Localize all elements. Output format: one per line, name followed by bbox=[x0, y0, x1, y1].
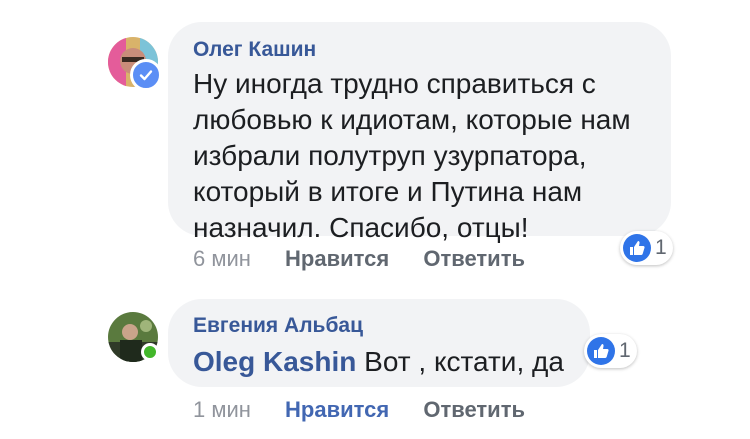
mention-link[interactable]: Oleg Kashin bbox=[193, 346, 356, 377]
reply-button[interactable]: Ответить bbox=[423, 397, 525, 422]
online-status-dot bbox=[141, 343, 159, 361]
comment-text-line: Ну иногда трудно справиться с bbox=[193, 68, 596, 99]
reaction-count: 1 bbox=[619, 339, 631, 362]
comment-text-line: любовью к идиотам, которые нам bbox=[193, 104, 631, 135]
comment-actions: 6 мин Нравится Ответить bbox=[193, 246, 525, 272]
comment-timestamp[interactable]: 1 мин bbox=[193, 397, 251, 422]
comment-text-line: избрали полутруп узурпатора, bbox=[193, 140, 587, 171]
reply-button[interactable]: Ответить bbox=[423, 246, 525, 271]
avatar-evgenia-albats[interactable] bbox=[108, 312, 159, 362]
avatar-oleg-kashin[interactable] bbox=[108, 37, 162, 91]
comment-actions: 1 мин Нравится Ответить bbox=[193, 397, 525, 423]
comment-bubble: Олег Кашин Ну иногда трудно справиться с… bbox=[168, 22, 671, 243]
reaction-count: 1 bbox=[655, 236, 667, 259]
comment-text: Oleg Kashin Вот , кстати, да bbox=[193, 344, 564, 380]
comment-bubble: Евгения Альбац Oleg Kashin Вот , кстати,… bbox=[168, 299, 590, 387]
like-button[interactable]: Нравится bbox=[285, 397, 389, 422]
comment-text-line: который в итоге и Путина нам bbox=[193, 176, 583, 207]
thumbs-up-icon bbox=[587, 337, 615, 365]
comment-author[interactable]: Евгения Альбац bbox=[193, 314, 564, 338]
verified-badge-icon bbox=[130, 59, 162, 91]
comment-author[interactable]: Олег Кашин bbox=[193, 38, 645, 62]
comment-text: Ну иногда трудно справиться с любовью к … bbox=[193, 66, 645, 246]
reaction-count-badge[interactable]: 1 bbox=[620, 231, 673, 265]
comment-timestamp[interactable]: 6 мин bbox=[193, 246, 251, 271]
comment-text-line: назначил. Спасибо, отцы! bbox=[193, 212, 529, 243]
like-button[interactable]: Нравится bbox=[285, 246, 389, 271]
comment-text-body: Вот , кстати, да bbox=[356, 346, 564, 377]
thumbs-up-icon bbox=[623, 234, 651, 262]
reaction-count-badge[interactable]: 1 bbox=[584, 334, 637, 368]
